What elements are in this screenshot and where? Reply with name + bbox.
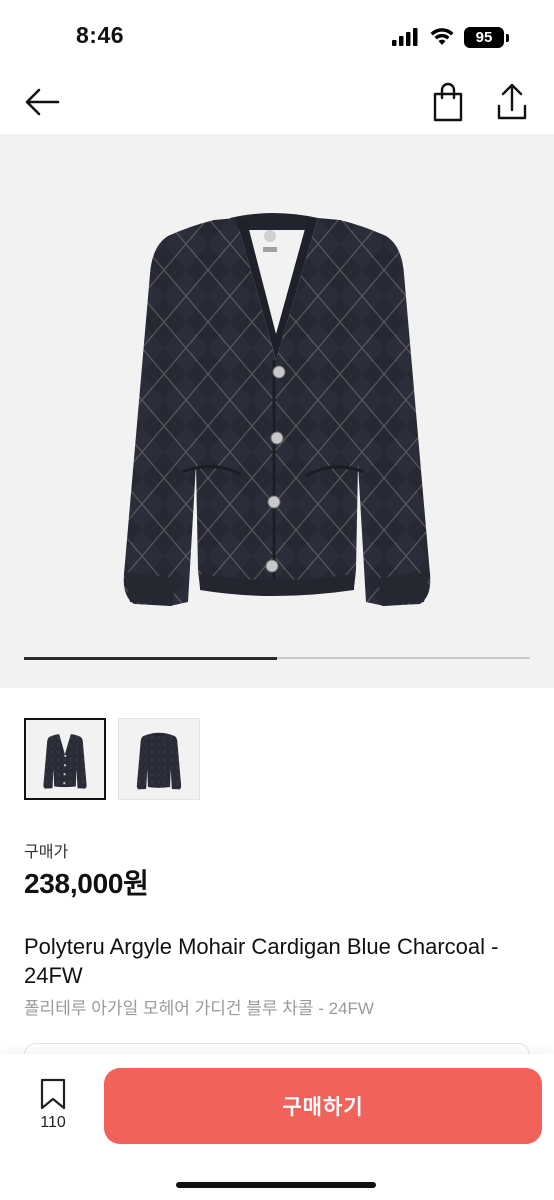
cardigan-back-thumbnail — [136, 732, 182, 790]
bookmark-icon — [40, 1078, 66, 1110]
top-nav-bar — [0, 72, 554, 134]
status-time: 8:46 — [76, 22, 125, 48]
price-label: 구매가 — [24, 844, 69, 861]
bookmark-count: 110 — [40, 1114, 66, 1131]
cardigan-product-image — [123, 213, 431, 606]
gallery-progress-track — [24, 656, 530, 660]
thumbnail-front[interactable] — [24, 718, 106, 800]
product-title: Polyteru Argyle Mohair Cardigan Blue Cha… — [24, 934, 499, 988]
bottom-action-bar: 110 구매하기 — [0, 1054, 554, 1200]
cellular-signal-icon — [392, 28, 418, 46]
bookmark-button[interactable]: 110 — [30, 1078, 76, 1138]
share-button[interactable] — [492, 80, 532, 124]
battery-indicator: 95 — [464, 27, 504, 48]
shopping-bag-button[interactable] — [428, 80, 468, 124]
arrow-left-icon — [25, 88, 60, 116]
product-subtitle: 폴리테루 아가일 모헤어 가디건 블루 차콜 - 24FW — [24, 999, 374, 1018]
gallery-progress-fill — [24, 656, 277, 660]
home-indicator — [176, 1182, 376, 1188]
battery-tip — [506, 34, 509, 42]
cardigan-front-thumbnail — [43, 734, 87, 789]
product-price: 238,000원 — [24, 868, 149, 899]
thumbnail-back[interactable] — [118, 718, 200, 800]
wifi-icon — [430, 28, 454, 45]
shopping-bag-icon — [433, 82, 463, 122]
product-image-gallery[interactable] — [0, 134, 554, 688]
share-icon — [497, 83, 527, 120]
buy-button[interactable]: 구매하기 — [104, 1068, 542, 1144]
product-detail-screen: 8:46 95 구매가 238,000원 Polyteru Argyle Moh… — [0, 0, 554, 1200]
back-button[interactable] — [22, 82, 62, 122]
status-bar: 8:46 95 — [0, 0, 554, 72]
thumbnail-strip — [24, 718, 200, 802]
